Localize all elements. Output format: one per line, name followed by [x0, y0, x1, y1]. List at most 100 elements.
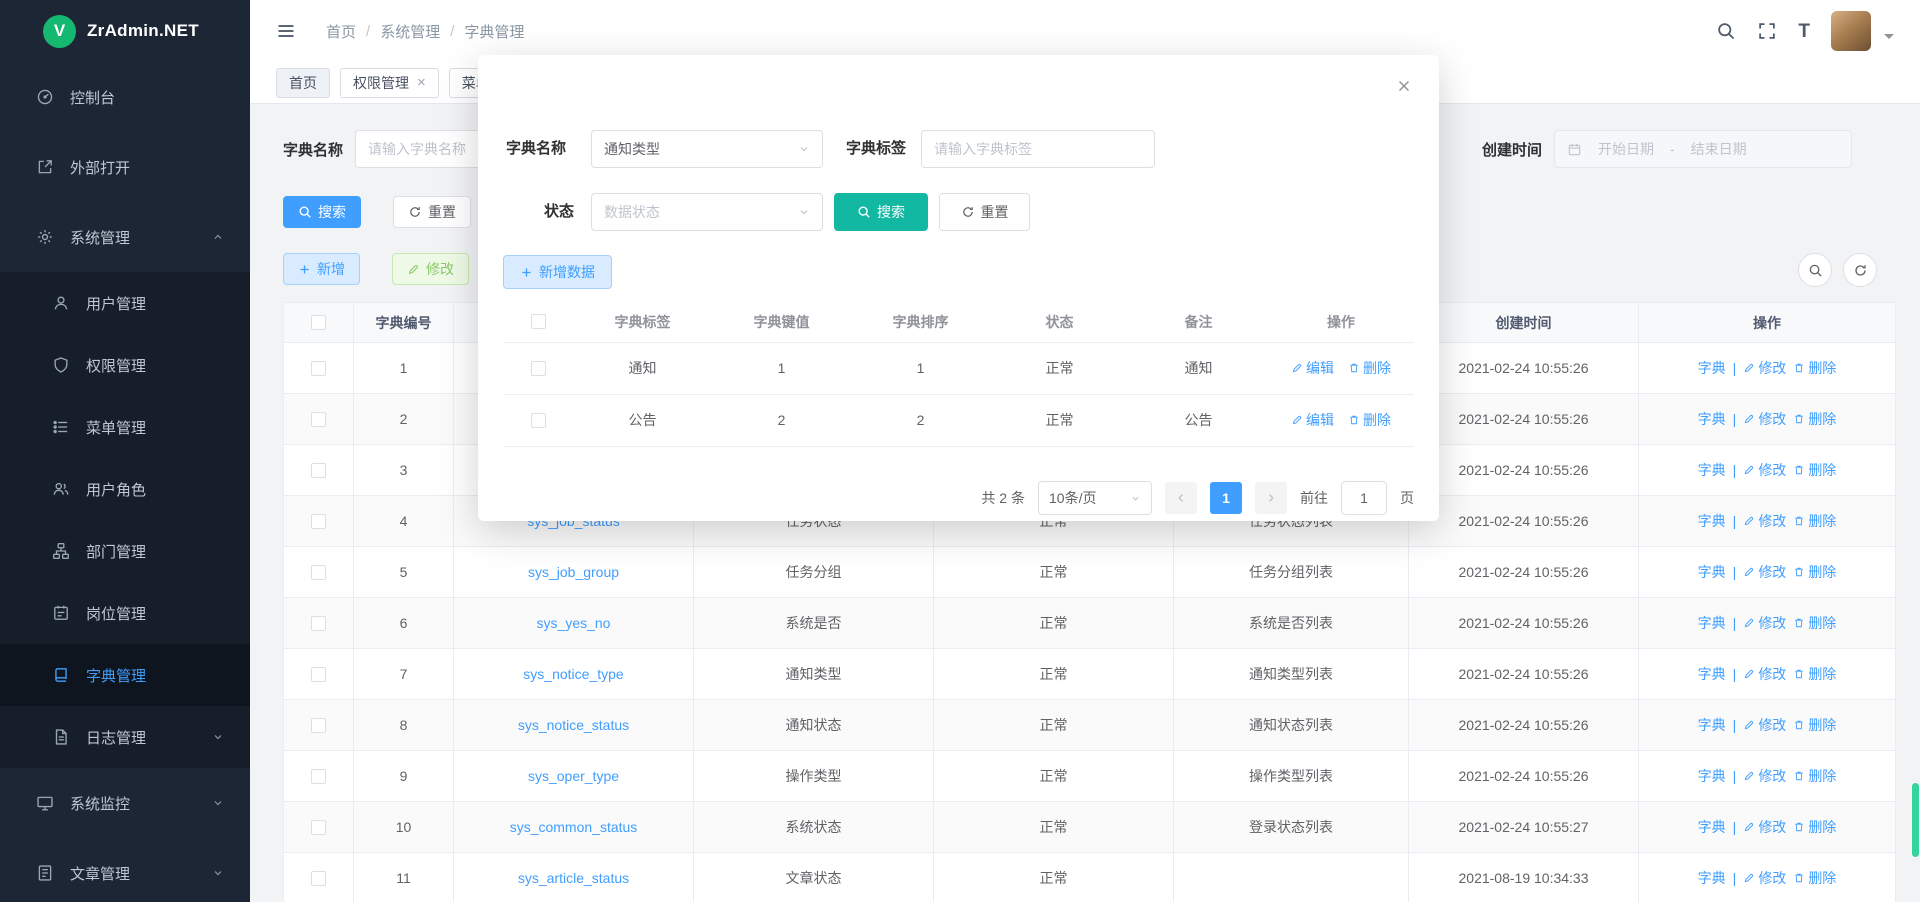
sidebar-item-dict-management[interactable]: 字典管理: [0, 644, 250, 706]
dict-data-link[interactable]: 字典: [1698, 613, 1726, 633]
delete-link[interactable]: 删除: [1793, 511, 1836, 531]
edit-link[interactable]: 修改: [1743, 613, 1786, 633]
row-checkbox[interactable]: [311, 616, 326, 631]
row-checkbox[interactable]: [531, 361, 546, 376]
edit-link[interactable]: 编辑: [1291, 410, 1334, 430]
dict-data-link[interactable]: 字典: [1698, 664, 1726, 684]
row-checkbox[interactable]: [531, 413, 546, 428]
tab-permission-management[interactable]: 权限管理 ×: [340, 68, 439, 98]
dict-type-link[interactable]: sys_common_status: [510, 819, 638, 835]
dict-data-link[interactable]: 字典: [1698, 715, 1726, 735]
dict-data-link[interactable]: 字典: [1698, 817, 1726, 837]
row-checkbox[interactable]: [311, 769, 326, 784]
edit-link[interactable]: 修改: [1743, 562, 1786, 582]
edit-link[interactable]: 编辑: [1291, 358, 1334, 378]
row-checkbox[interactable]: [311, 718, 326, 733]
edit-link[interactable]: 修改: [1743, 868, 1786, 888]
sidebar-item-console[interactable]: 控制台: [0, 62, 250, 132]
font-size-icon[interactable]: T: [1798, 22, 1810, 41]
add-data-button[interactable]: 新增数据: [503, 255, 612, 289]
dict-data-link[interactable]: 字典: [1698, 868, 1726, 888]
dict-name-select[interactable]: 通知类型: [591, 130, 823, 168]
delete-link[interactable]: 删除: [1793, 358, 1836, 378]
breadcrumb-item[interactable]: 系统管理: [380, 21, 440, 42]
avatar[interactable]: [1831, 11, 1871, 51]
row-checkbox[interactable]: [311, 565, 326, 580]
dict-type-link[interactable]: sys_notice_type: [523, 666, 623, 682]
delete-link[interactable]: 删除: [1793, 613, 1836, 633]
row-checkbox[interactable]: [311, 361, 326, 376]
select-all-checkbox[interactable]: [311, 315, 326, 330]
sidebar-item-article-management[interactable]: 文章管理: [0, 838, 250, 902]
sidebar-item-post-management[interactable]: 岗位管理: [0, 582, 250, 644]
delete-link[interactable]: 删除: [1793, 460, 1836, 480]
row-checkbox[interactable]: [311, 463, 326, 478]
close-tab-icon[interactable]: ×: [417, 75, 426, 90]
sidebar-item-department-management[interactable]: 部门管理: [0, 520, 250, 582]
dialog-reset-button[interactable]: 重置: [939, 193, 1030, 231]
tab-home[interactable]: 首页: [276, 68, 330, 98]
search-button[interactable]: 搜索: [283, 196, 361, 228]
hamburger-icon[interactable]: [276, 21, 296, 41]
delete-link[interactable]: 删除: [1348, 358, 1391, 378]
caret-down-icon[interactable]: [1884, 34, 1894, 44]
page-number-button[interactable]: 1: [1210, 482, 1242, 514]
dict-type-link[interactable]: sys_job_group: [528, 564, 619, 580]
dict-type-link[interactable]: sys_yes_no: [537, 615, 611, 631]
delete-link[interactable]: 删除: [1793, 409, 1836, 429]
reset-button[interactable]: 重置: [393, 196, 471, 228]
sidebar-item-log-management[interactable]: 日志管理: [0, 706, 250, 768]
edit-link[interactable]: 修改: [1743, 511, 1786, 531]
edit-link[interactable]: 修改: [1743, 460, 1786, 480]
row-checkbox[interactable]: [311, 820, 326, 835]
vertical-scrollbar-thumb[interactable]: [1912, 783, 1919, 857]
date-range-picker[interactable]: 开始日期 - 结束日期: [1554, 130, 1852, 168]
sidebar-item-user-roles[interactable]: 用户角色: [0, 458, 250, 520]
edit-link[interactable]: 修改: [1743, 715, 1786, 735]
delete-link[interactable]: 删除: [1793, 664, 1836, 684]
dict-label-input[interactable]: [921, 130, 1155, 168]
edit-link[interactable]: 修改: [1743, 817, 1786, 837]
dict-type-link[interactable]: sys_notice_status: [518, 717, 629, 733]
sidebar-item-system-monitor[interactable]: 系统监控: [0, 768, 250, 838]
dict-type-link[interactable]: sys_article_status: [518, 870, 629, 886]
delete-link[interactable]: 删除: [1793, 817, 1836, 837]
table-refresh-button[interactable]: [1843, 253, 1877, 287]
dict-data-link[interactable]: 字典: [1698, 358, 1726, 378]
sidebar-item-menu-management[interactable]: 菜单管理: [0, 396, 250, 458]
delete-link[interactable]: 删除: [1348, 410, 1391, 430]
edit-link[interactable]: 修改: [1743, 766, 1786, 786]
next-page-button[interactable]: [1255, 482, 1287, 514]
edit-link[interactable]: 修改: [1743, 664, 1786, 684]
dict-data-link[interactable]: 字典: [1698, 562, 1726, 582]
sidebar-item-user-management[interactable]: 用户管理: [0, 272, 250, 334]
sidebar-item-system-management[interactable]: 系统管理: [0, 202, 250, 272]
edit-button[interactable]: 修改: [392, 253, 469, 285]
dict-data-link[interactable]: 字典: [1698, 409, 1726, 429]
dict-type-link[interactable]: sys_oper_type: [528, 768, 619, 784]
dialog-select-all-checkbox[interactable]: [531, 314, 546, 329]
row-checkbox[interactable]: [311, 871, 326, 886]
breadcrumb-item[interactable]: 首页: [326, 21, 356, 42]
edit-link[interactable]: 修改: [1743, 358, 1786, 378]
sidebar-item-permission-management[interactable]: 权限管理: [0, 334, 250, 396]
fullscreen-icon[interactable]: [1757, 21, 1777, 41]
dict-data-link[interactable]: 字典: [1698, 460, 1726, 480]
table-search-toggle-button[interactable]: [1798, 253, 1832, 287]
dialog-search-button[interactable]: 搜索: [834, 193, 928, 231]
add-button[interactable]: 新增: [283, 253, 360, 285]
prev-page-button[interactable]: [1165, 482, 1197, 514]
status-select[interactable]: 数据状态: [591, 193, 823, 231]
delete-link[interactable]: 删除: [1793, 766, 1836, 786]
goto-page-input[interactable]: [1341, 481, 1387, 515]
page-size-select[interactable]: 10条/页: [1038, 481, 1152, 515]
dict-data-link[interactable]: 字典: [1698, 511, 1726, 531]
search-icon[interactable]: [1716, 21, 1736, 41]
row-checkbox[interactable]: [311, 412, 326, 427]
sidebar-item-external-open[interactable]: 外部打开: [0, 132, 250, 202]
edit-link[interactable]: 修改: [1743, 409, 1786, 429]
close-icon[interactable]: [1395, 77, 1413, 95]
delete-link[interactable]: 删除: [1793, 868, 1836, 888]
delete-link[interactable]: 删除: [1793, 715, 1836, 735]
row-checkbox[interactable]: [311, 667, 326, 682]
